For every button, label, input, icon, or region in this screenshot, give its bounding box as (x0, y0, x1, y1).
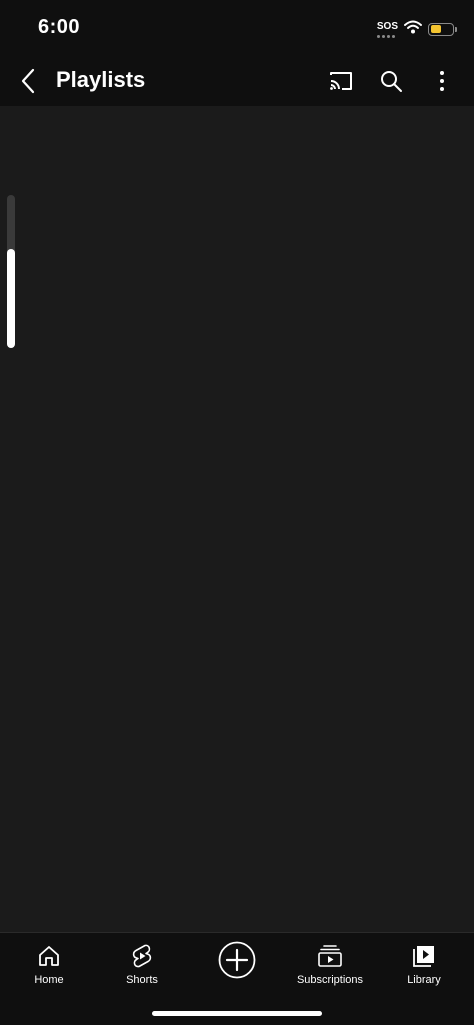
nav-shorts[interactable]: Shorts (112, 933, 172, 993)
bottom-navigation: Home Shorts Subscriptions Library (0, 932, 474, 1025)
status-time: 6:00 (38, 16, 81, 38)
wifi-icon (404, 20, 422, 39)
create-button[interactable] (218, 941, 256, 979)
shorts-icon (132, 944, 152, 968)
scrollbar-thumb[interactable] (7, 248, 15, 348)
more-vertical-icon (440, 71, 444, 91)
page-title: Playlists (56, 67, 146, 92)
status-indicators: SOS (376, 18, 457, 40)
back-button[interactable] (14, 64, 42, 98)
more-options-button[interactable] (427, 66, 457, 96)
nav-shorts-label: Shorts (126, 974, 158, 986)
nav-home-label: Home (34, 974, 64, 986)
subscriptions-icon (318, 945, 342, 967)
scrollbar[interactable] (7, 195, 15, 348)
battery-icon (428, 22, 457, 36)
search-icon (381, 71, 402, 92)
signal-dots-icon (376, 34, 395, 38)
nav-home[interactable]: Home (19, 933, 79, 993)
create-plus-icon (218, 941, 256, 979)
battery-level (430, 25, 442, 33)
nav-subscriptions-label: Subscriptions (296, 974, 364, 986)
cast-icon (330, 72, 352, 90)
home-indicator[interactable] (152, 1011, 322, 1016)
nav-library[interactable]: Library (394, 933, 454, 993)
cast-button[interactable] (326, 66, 356, 96)
sos-indicator: SOS (376, 20, 398, 38)
nav-subscriptions[interactable]: Subscriptions (290, 933, 370, 993)
search-button[interactable] (376, 66, 406, 96)
top-app-bar: Playlists (0, 56, 474, 106)
status-bar: 6:00 SOS (0, 0, 474, 56)
nav-library-label: Library (407, 974, 441, 986)
chevron-left-icon (21, 68, 35, 94)
sos-label: SOS (376, 20, 398, 32)
home-icon (39, 946, 59, 966)
playlists-content[interactable] (0, 106, 474, 932)
library-icon (413, 946, 434, 967)
